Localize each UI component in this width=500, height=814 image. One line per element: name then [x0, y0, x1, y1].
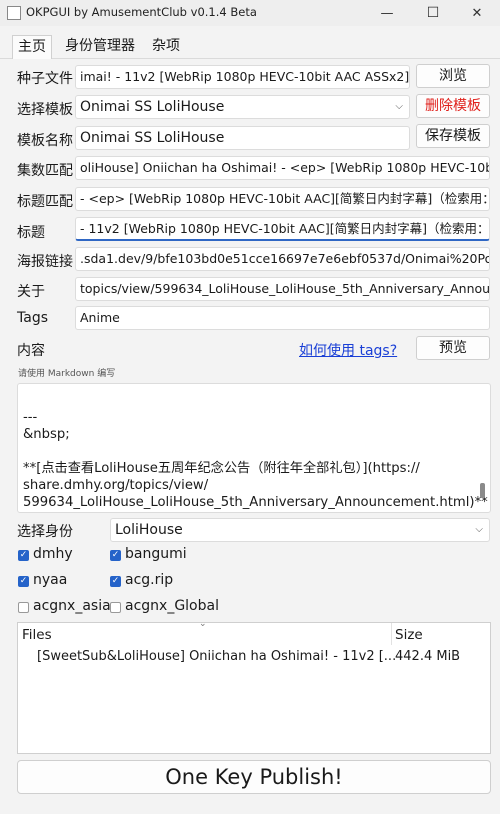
identity-select-value: LoliHouse — [115, 522, 183, 538]
episode-match-field[interactable]: oliHouse] Oniichan ha Oshimai! - <ep> [W… — [75, 156, 490, 180]
tags-help-link[interactable]: 如何使用 tags? — [299, 340, 397, 360]
tags-field[interactable]: Anime — [75, 306, 490, 330]
minimize-button[interactable]: — — [364, 0, 410, 26]
markdown-hint: 请使用 Markdown 编写 — [18, 369, 116, 379]
tab-identity-manager[interactable]: 身份管理器 — [60, 35, 140, 57]
template-select[interactable]: Onimai SS LoliHouse ⌵ — [75, 95, 410, 119]
template-select-label: 选择模板 — [17, 102, 73, 118]
acg-rip-checkbox[interactable]: ✓ — [110, 576, 121, 587]
table-row[interactable]: [SweetSub&LoliHouse] Oniichan ha Oshimai… — [18, 646, 490, 668]
window-title: OKPGUI by AmusementClub v0.1.4 Beta — [26, 5, 257, 19]
chevron-down-icon: ⌵ — [395, 101, 403, 112]
acg-rip-label: acg.rip — [125, 572, 174, 588]
content-label: 内容 — [17, 343, 45, 359]
chevron-down-icon: ⌵ — [475, 524, 483, 535]
dmhy-checkbox[interactable]: ✓ — [18, 550, 29, 561]
template-name-field[interactable]: Onimai SS LoliHouse — [75, 126, 410, 150]
column-divider — [391, 623, 392, 645]
sort-chevron-icon: ⌄ — [199, 619, 207, 629]
about-field[interactable]: topics/view/599634_LoliHouse_LoliHouse_5… — [75, 277, 490, 301]
file-name-cell: [SweetSub&LoliHouse] Oniichan ha Oshimai… — [37, 649, 397, 664]
torrent-label: 种子文件 — [17, 71, 73, 87]
close-button[interactable]: ✕ — [454, 0, 500, 26]
file-size-cell: 442.4 MiB — [395, 649, 461, 664]
title-match-label: 标题匹配 — [17, 194, 73, 210]
tab-divider — [0, 58, 500, 59]
app-icon — [7, 6, 21, 20]
delete-template-button[interactable]: 删除模板 — [416, 94, 490, 118]
identity-label: 选择身份 — [17, 524, 73, 540]
about-label: 关于 — [17, 284, 45, 300]
dmhy-label: dmhy — [33, 546, 73, 562]
content-scrollbar-thumb[interactable] — [480, 483, 485, 498]
poster-label: 海报链接 — [17, 254, 73, 270]
poster-url-field[interactable]: .sda1.dev/9/bfe103bd0e51cce16697e7e6ebf0… — [75, 247, 490, 271]
files-column-header[interactable]: Files — [22, 627, 52, 643]
acgnx-global-label: acgnx_Global — [125, 598, 219, 614]
acgnx-global-checkbox[interactable] — [110, 602, 121, 613]
tab-main[interactable]: 主页 — [12, 35, 52, 59]
bangumi-checkbox[interactable]: ✓ — [110, 550, 121, 561]
one-key-publish-button[interactable]: One Key Publish! — [17, 760, 491, 794]
tab-misc[interactable]: 杂项 — [147, 35, 185, 57]
browse-button[interactable]: 浏览 — [416, 64, 490, 88]
template-name-label: 模板名称 — [17, 133, 73, 149]
torrent-path-field[interactable]: imai! - 11v2 [WebRip 1080p HEVC-10bit AA… — [75, 65, 410, 89]
identity-select[interactable]: LoliHouse ⌵ — [110, 518, 490, 542]
acgnx-asia-label: acgnx_asia — [33, 598, 111, 614]
bangumi-label: bangumi — [125, 546, 187, 562]
content-editor[interactable]: --- &nbsp; **[点击查看LoliHouse五周年纪念公告（附往年全部… — [17, 383, 491, 513]
nyaa-checkbox[interactable]: ✓ — [18, 576, 29, 587]
episode-match-label: 集数匹配 — [17, 163, 73, 179]
title-match-field[interactable]: - <ep> [WebRip 1080p HEVC-10bit AAC][简繁日… — [75, 187, 490, 211]
size-column-header[interactable]: Size — [395, 627, 423, 643]
title-label: 标题 — [17, 225, 45, 241]
title-field[interactable]: - 11v2 [WebRip 1080p HEVC-10bit AAC][简繁日… — [75, 217, 490, 241]
maximize-button[interactable]: ☐ — [410, 0, 456, 26]
preview-button[interactable]: 预览 — [416, 336, 490, 360]
acgnx-asia-checkbox[interactable] — [18, 602, 29, 613]
save-template-button[interactable]: 保存模板 — [416, 124, 490, 148]
template-select-value: Onimai SS LoliHouse — [80, 99, 225, 115]
tags-label: Tags — [17, 310, 48, 326]
nyaa-label: nyaa — [33, 572, 68, 588]
